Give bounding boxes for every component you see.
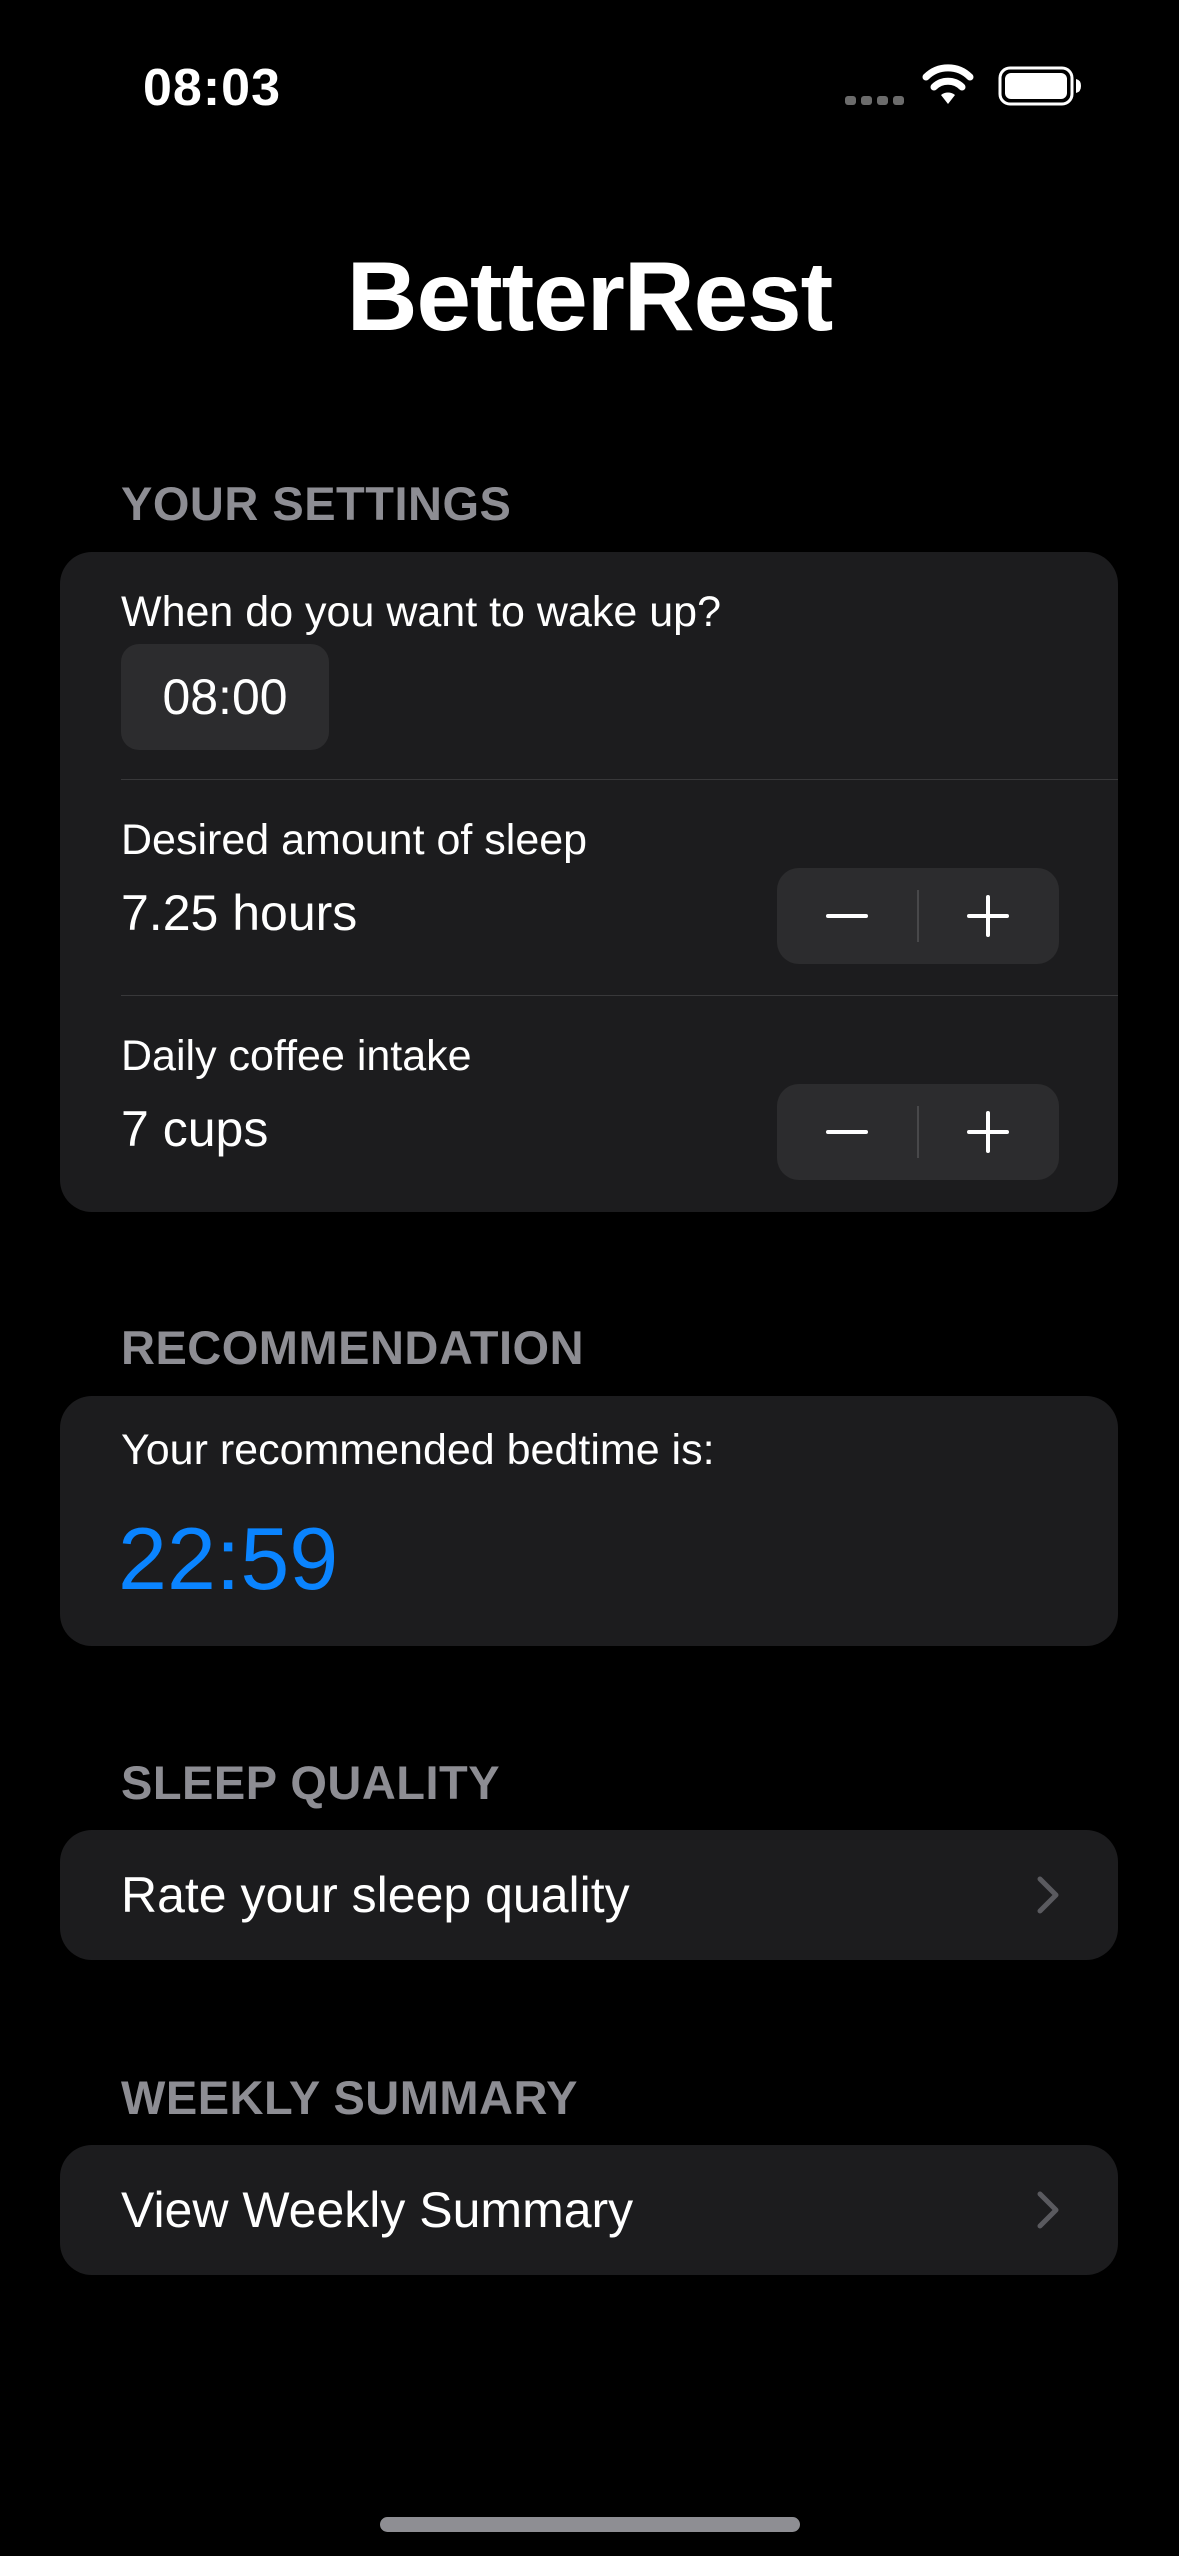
coffee-label: Daily coffee intake [121,1032,472,1080]
recommendation-section-header: RECOMMENDATION [121,1321,585,1374]
home-indicator[interactable] [380,2517,800,2532]
coffee-increment-button[interactable] [918,1084,1059,1180]
chevron-right-icon [1037,2191,1059,2229]
row-divider [121,779,1118,780]
cellular-signal-icon [845,96,905,106]
recommended-bedtime: 22:59 [118,1509,339,1608]
wake-up-label: When do you want to wake up? [121,588,721,636]
plus-icon [967,1111,1009,1153]
settings-section-header: YOUR SETTINGS [121,477,512,530]
sleep-amount-stepper [777,868,1059,964]
sleep-decrement-button[interactable] [777,868,918,964]
wake-up-time-picker[interactable]: 08:00 [121,644,329,750]
minus-icon [826,1130,868,1134]
wifi-icon [922,64,974,104]
view-weekly-summary-label: View Weekly Summary [121,2182,634,2238]
recommendation-label: Your recommended bedtime is: [121,1426,715,1474]
settings-card: When do you want to wake up? 08:00 Desir… [60,552,1118,1212]
app-title: BetterRest [346,241,834,351]
sleep-amount-label: Desired amount of sleep [121,816,588,864]
weekly-summary-section-header: WEEKLY SUMMARY [121,2071,579,2124]
recommendation-card: Your recommended bedtime is: 22:59 [60,1396,1118,1646]
row-divider [121,995,1118,996]
sleep-amount-value: 7.25 hours [121,885,358,941]
view-weekly-summary-link[interactable]: View Weekly Summary [60,2145,1118,2275]
sleep-quality-section-header: SLEEP QUALITY [121,1756,501,1809]
rate-sleep-quality-label: Rate your sleep quality [121,1867,630,1923]
sleep-increment-button[interactable] [918,868,1059,964]
battery-icon [998,66,1081,106]
plus-icon [967,895,1009,937]
status-time: 08:03 [143,59,281,117]
coffee-value: 7 cups [121,1101,269,1157]
coffee-stepper [777,1084,1059,1180]
minus-icon [826,914,868,918]
chevron-right-icon [1037,1876,1059,1914]
coffee-decrement-button[interactable] [777,1084,918,1180]
rate-sleep-quality-link[interactable]: Rate your sleep quality [60,1830,1118,1960]
